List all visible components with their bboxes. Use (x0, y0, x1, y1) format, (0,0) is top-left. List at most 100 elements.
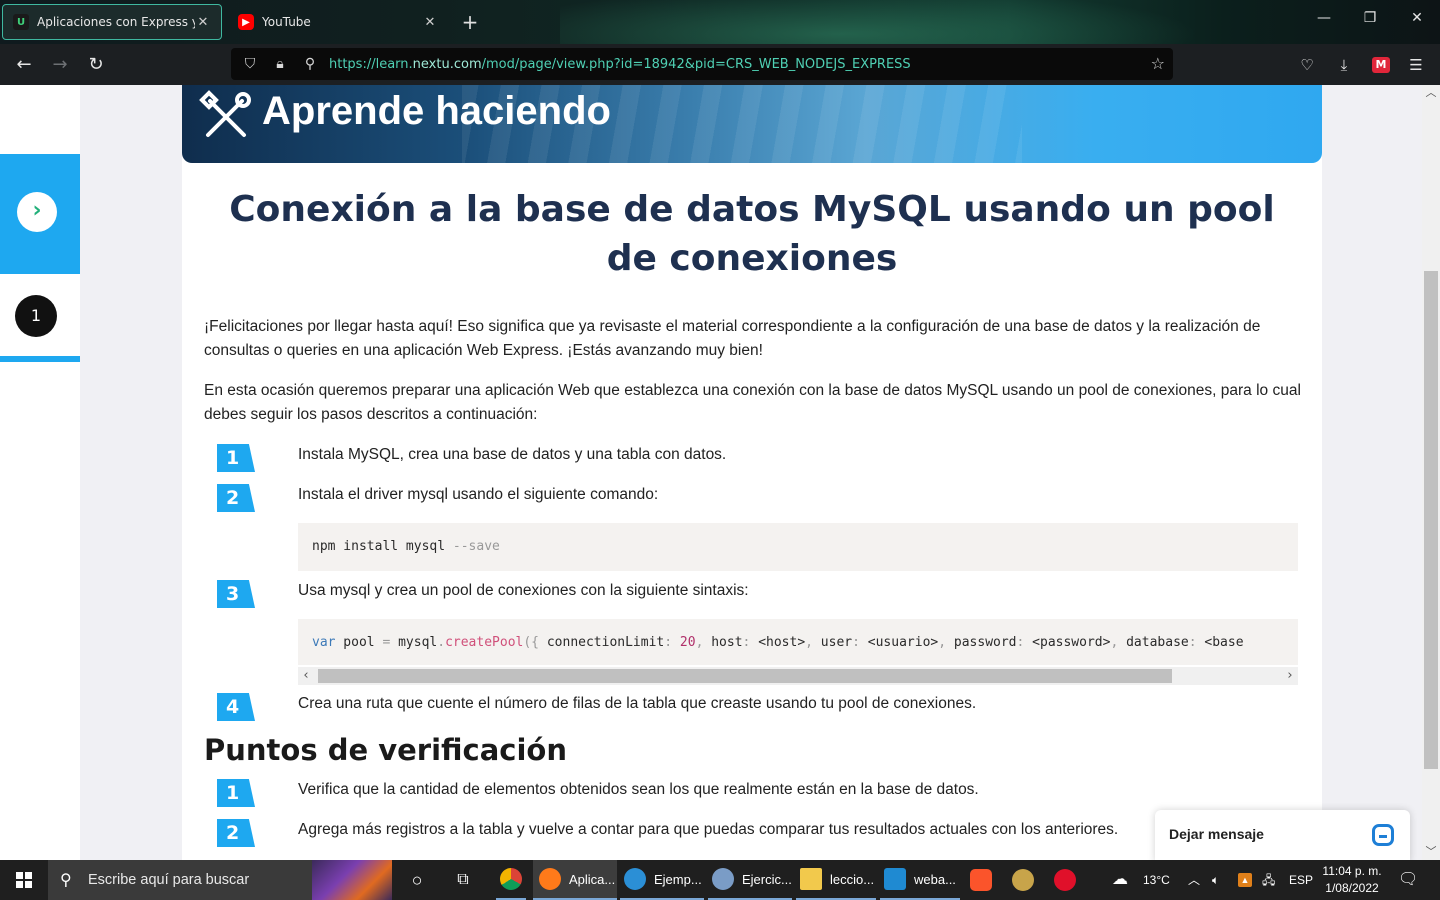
main-content: Aprende haciendo Conexión a la base de d… (182, 85, 1322, 860)
tray-app-icon[interactable]: ▲ (1238, 873, 1252, 887)
close-tab-icon[interactable]: ✕ (422, 15, 438, 30)
u-logo-icon: U (13, 14, 29, 30)
new-tab-button[interactable]: + (458, 8, 482, 36)
scroll-down-icon[interactable]: ﹀ (1422, 844, 1440, 860)
step-text: Usa mysql y crea un pool de conexiones c… (298, 582, 749, 599)
step-badge: 3 (217, 580, 255, 610)
tabbar-background (560, 0, 1260, 44)
permissions-icon[interactable]: ⚲ (299, 56, 321, 72)
firefox-icon (539, 868, 561, 890)
step-badge: 2 (217, 484, 255, 514)
step-text: Instala MySQL, crea una base de datos y … (298, 446, 727, 463)
browser-navbar: ← → ↻ ⛉ 🔒︎ ⚲ https://learn.nextu.com/mod… (0, 44, 1440, 85)
url-text[interactable]: https://learn.nextu.com/mod/page/view.ph… (329, 57, 911, 72)
step-text: Instala el driver mysql usando el siguie… (298, 486, 659, 503)
taskbar-app-firefox[interactable]: Aplica... (533, 860, 617, 900)
intro-paragraph-1: ¡Felicitaciones por llegar hasta aquí! E… (204, 318, 1261, 359)
app-lol-icon[interactable] (1012, 860, 1036, 900)
youtube-icon: ▶ (238, 14, 254, 30)
chat-bubble-icon[interactable] (1372, 824, 1394, 846)
brave-icon[interactable] (970, 860, 994, 900)
reload-icon[interactable]: ↻ (83, 52, 109, 78)
scroll-left-icon[interactable]: ‹ (298, 667, 314, 685)
clock[interactable]: 11:04 p. m. 1/08/2022 (1316, 863, 1388, 897)
taskbar-app-ejemplos[interactable]: Ejemp... (620, 860, 704, 900)
shield-icon[interactable]: ⛉ (239, 56, 261, 72)
language-indicator[interactable]: ESP (1289, 860, 1313, 900)
step-number: 1 (15, 295, 57, 337)
taskbar-app-ejercicio[interactable]: Ejercic... (708, 860, 792, 900)
extension-icon[interactable]: M (1372, 57, 1390, 73)
check-badge: 1 (217, 779, 255, 809)
task-view-icon[interactable]: ⧉ (450, 860, 476, 900)
cortana-icon[interactable]: ○ (404, 860, 430, 900)
sidebar-next-button[interactable]: › (0, 154, 80, 274)
code-block-pool[interactable]: var pool = mysql.createPool({ connection… (298, 619, 1298, 665)
scroll-right-icon[interactable]: › (1282, 667, 1298, 685)
start-button[interactable] (0, 860, 48, 900)
page-viewport: › 1 Aprende haciendo Conexión a la base … (0, 85, 1440, 860)
restore-icon[interactable]: ❐ (1358, 10, 1382, 26)
search-placeholder: Escribe aquí para buscar (88, 872, 250, 888)
menu-icon[interactable]: ☰ (1405, 54, 1427, 76)
app-icon (712, 868, 734, 890)
step-badge: 1 (217, 444, 255, 474)
clock-time: 11:04 p. m. (1322, 864, 1382, 878)
minimize-icon[interactable]: — (1312, 10, 1336, 26)
downloads-icon[interactable]: ⤓ (1333, 54, 1355, 76)
network-icon[interactable]: 🖧︎ (1262, 860, 1275, 900)
weather-icon[interactable]: ☁ (1112, 860, 1136, 900)
page-title: Conexión a la base de datos MySQL usando… (229, 189, 1275, 279)
vscode-icon (884, 868, 906, 890)
taskbar-app-vscode[interactable]: weba... (880, 860, 960, 900)
pocket-icon[interactable]: ♡ (1296, 54, 1318, 76)
back-icon[interactable]: ← (11, 52, 37, 78)
intro-paragraph-2: En esta ocasión queremos preparar una ap… (204, 382, 1301, 423)
step-badge: 4 (217, 693, 255, 723)
tools-icon (198, 89, 254, 145)
search-icon: ⚲ (60, 870, 72, 889)
windows-logo-icon (16, 872, 32, 888)
windows-taskbar: ⚲ Escribe aquí para buscar ○ ⧉ Aplica...… (0, 860, 1440, 900)
chat-widget[interactable]: Dejar mensaje (1155, 810, 1410, 860)
banner: Aprende haciendo (182, 85, 1322, 163)
chrome-icon[interactable] (496, 860, 526, 900)
lesson-sidebar: › 1 (0, 85, 80, 860)
bookmark-star-icon[interactable]: ☆ (1151, 54, 1165, 73)
scrollbar-thumb[interactable] (1424, 271, 1438, 769)
search-highlight-image (312, 860, 392, 900)
taskbar-search[interactable]: ⚲ Escribe aquí para buscar (48, 860, 392, 900)
forward-icon[interactable]: → (47, 52, 73, 78)
tab-aplicaciones[interactable]: U Aplicaciones con Express y Node ✕ (2, 4, 222, 40)
close-tab-icon[interactable]: ✕ (195, 15, 211, 30)
address-bar[interactable]: ⛉ 🔒︎ ⚲ https://learn.nextu.com/mod/page/… (231, 48, 1173, 80)
tab-title: YouTube (262, 15, 311, 29)
edge-icon (624, 868, 646, 890)
scroll-up-icon[interactable]: ︿ (1422, 85, 1440, 101)
check-text: Verifica que la cantidad de elementos ob… (298, 781, 979, 798)
tray-expand-icon[interactable]: ︿ (1188, 860, 1200, 900)
chat-label: Dejar mensaje (1169, 826, 1264, 842)
clock-date: 1/08/2022 (1325, 881, 1379, 895)
lock-icon[interactable]: 🔒︎ (269, 56, 291, 72)
code-horizontal-scrollbar[interactable]: ‹ › (298, 667, 1298, 685)
volume-icon[interactable]: 🔈︎ (1212, 860, 1219, 900)
weather-temp[interactable]: 13°C (1143, 860, 1170, 900)
close-window-icon[interactable]: ✕ (1405, 10, 1429, 26)
checks-heading: Puntos de verificación (204, 733, 567, 767)
code-block-npm[interactable]: npm install mysql --save (298, 523, 1298, 571)
chevron-right-icon[interactable]: › (17, 192, 57, 232)
tab-youtube[interactable]: ▶ YouTube ✕ (228, 4, 448, 40)
check-text: Agrega más registros a la tabla y vuelve… (298, 821, 1119, 838)
step-text: Crea una ruta que cuente el número de fi… (298, 695, 977, 712)
sidebar-item-step-1[interactable]: 1 (0, 274, 80, 362)
page-vertical-scrollbar[interactable]: ︿ ﹀ (1422, 85, 1440, 860)
taskbar-app-lecciones[interactable]: leccio... (796, 860, 876, 900)
folder-icon (800, 868, 822, 890)
opera-icon[interactable] (1054, 860, 1078, 900)
tab-title: Aplicaciones con Express y Node (37, 15, 195, 29)
scrollbar-thumb[interactable] (318, 669, 1172, 683)
banner-title: Aprende haciendo (262, 89, 611, 133)
notifications-icon[interactable]: 🗨︎ (1398, 860, 1418, 900)
browser-tab-bar: U Aplicaciones con Express y Node ✕ ▶ Yo… (0, 0, 1440, 44)
